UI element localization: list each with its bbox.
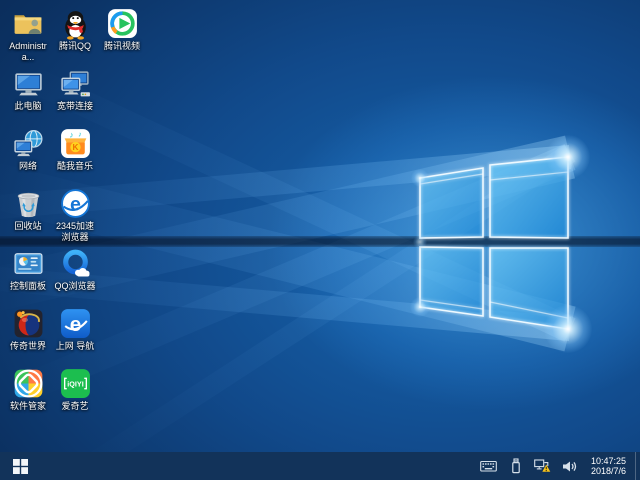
icon-label: 此电脑 (5, 101, 51, 112)
show-desktop-button[interactable] (635, 452, 640, 480)
administrator-folder-icon (5, 6, 51, 40)
tencent-video-icon (99, 6, 145, 40)
2345-browser-icon: e (52, 186, 98, 220)
desktop-icon-legend-world[interactable]: 传奇世界 (5, 306, 51, 364)
internet-navigation-icon: e (52, 306, 98, 340)
svg-text:e: e (69, 313, 80, 336)
icon-label: 2345加速浏览器 (52, 221, 98, 242)
software-manager-icon (5, 366, 51, 400)
system-tray: 10:47:25 2018/7/6 (480, 452, 635, 480)
icon-label: Administra... (5, 41, 51, 62)
music-note-icon: ♪ (69, 130, 73, 139)
start-button[interactable] (0, 452, 40, 480)
icon-label: 爱奇艺 (52, 401, 98, 412)
icon-label: 腾讯视频 (99, 41, 145, 52)
network-globe-monitor-icon (5, 126, 51, 160)
svg-text:iQIYI: iQIYI (67, 379, 83, 388)
desktop-icon-qq-browser[interactable]: QQ浏览器 (52, 246, 98, 304)
volume-icon[interactable] (561, 454, 579, 478)
taskbar-clock[interactable]: 10:47:25 2018/7/6 (588, 456, 629, 477)
desktop-icon-tencent-qq[interactable]: 腾讯QQ (52, 6, 98, 64)
computer-monitor-icon (5, 66, 51, 100)
recycle-bin-icon (5, 186, 51, 220)
desktop-icon-broadband[interactable]: 宽带连接 (52, 66, 98, 124)
qq-browser-icon (52, 246, 98, 280)
clock-date: 2018/7/6 (591, 466, 626, 477)
svg-text:e: e (70, 193, 81, 215)
desktop-icon-2345-browser[interactable]: e 2345加速浏览器 (52, 186, 98, 244)
icon-label: 宽带连接 (52, 101, 98, 112)
music-note-icon: ♪ (78, 129, 82, 138)
icon-label: 上网 导航 (52, 341, 98, 352)
control-panel-icon (5, 246, 51, 280)
desktop-icon-recycle-bin[interactable]: 回收站 (5, 186, 51, 244)
network-warning-icon[interactable] (534, 454, 552, 478)
desktop-icon-tencent-video[interactable]: 腾讯视频 (99, 6, 145, 64)
icon-label: 回收站 (5, 221, 51, 232)
icon-label: 软件管家 (5, 401, 51, 412)
dual-monitor-icon (52, 66, 98, 100)
icon-label: 传奇世界 (5, 341, 51, 352)
desktop-icon-administrator[interactable]: Administra... (5, 6, 51, 64)
iqiyi-icon: iQIYI (52, 366, 98, 400)
clock-time: 10:47:25 (591, 456, 626, 467)
taskbar: 10:47:25 2018/7/6 (0, 452, 640, 480)
legend-world-game-icon (5, 306, 51, 340)
windows-logo-icon (13, 459, 28, 474)
icon-label: QQ浏览器 (52, 281, 98, 292)
icon-label: 网络 (5, 161, 51, 172)
qq-penguin-icon (52, 6, 98, 40)
icon-label: 控制面板 (5, 281, 51, 292)
desktop-icon-internet-navigation[interactable]: e 上网 导航 (52, 306, 98, 364)
desktop-icon-control-panel[interactable]: 控制面板 (5, 246, 51, 304)
usb-device-icon[interactable] (507, 454, 525, 478)
svg-text:K: K (72, 143, 78, 152)
touch-keyboard-icon[interactable] (480, 454, 498, 478)
icon-label: 腾讯QQ (52, 41, 98, 52)
icon-label: 酷我音乐 (52, 161, 98, 172)
kuwo-music-icon: ♪ ♪ K (52, 126, 98, 160)
desktop-icon-iqiyi[interactable]: iQIYI 爱奇艺 (52, 366, 98, 424)
windows-hero-logo (413, 149, 575, 333)
desktop-icon-this-pc[interactable]: 此电脑 (5, 66, 51, 124)
windows-desktop: Administra... 腾讯QQ (0, 0, 640, 480)
desktop-icon-software-manager[interactable]: 软件管家 (5, 366, 51, 424)
desktop-icon-kuwo-music[interactable]: ♪ ♪ K 酷我音乐 (52, 126, 98, 184)
desktop-icon-network[interactable]: 网络 (5, 126, 51, 184)
